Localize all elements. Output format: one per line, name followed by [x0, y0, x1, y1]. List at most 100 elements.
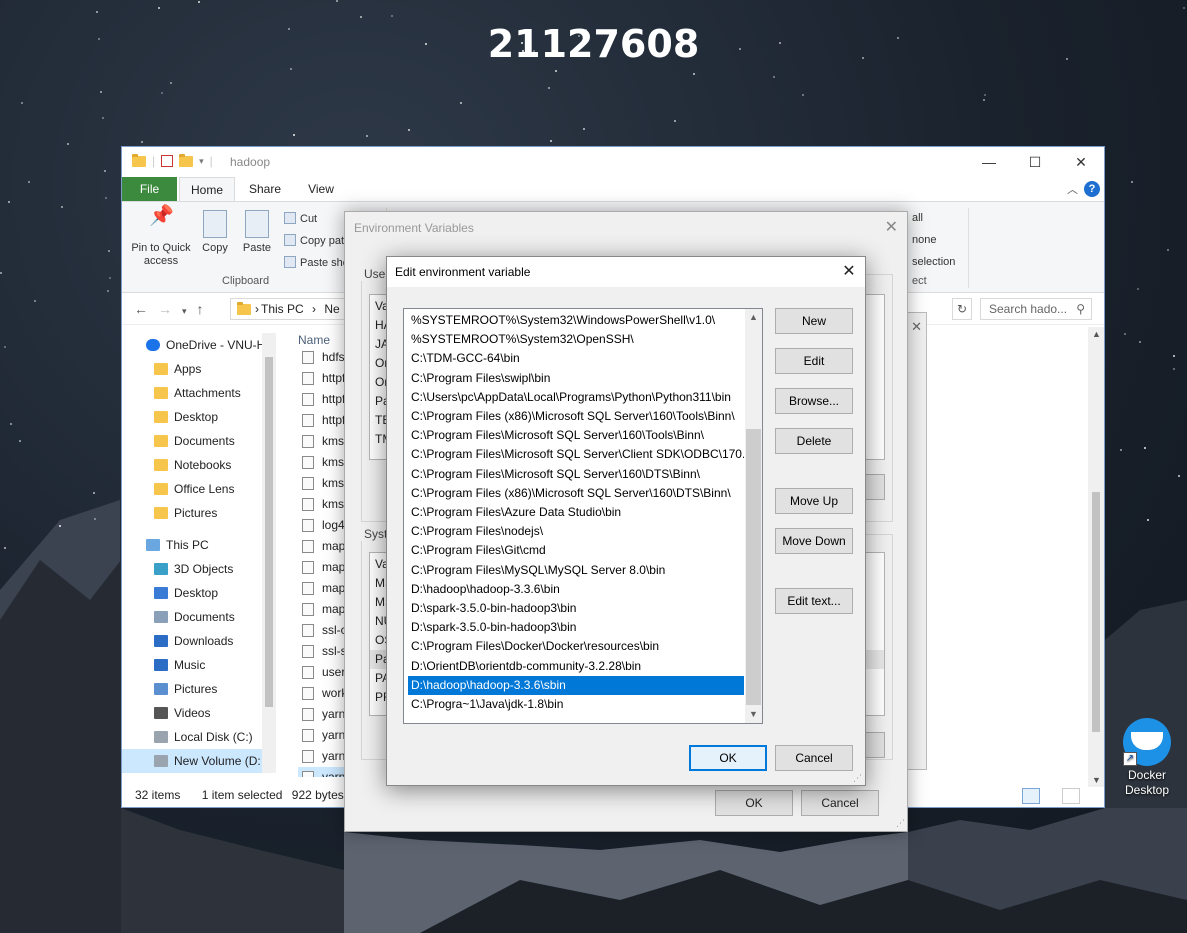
close-icon[interactable]: ✕	[911, 319, 922, 335]
path-entry[interactable]: C:\Program Files\Azure Data Studio\bin	[408, 503, 744, 522]
nav-item[interactable]: This PC	[122, 533, 262, 557]
path-entry[interactable]: C:\Program Files (x86)\Microsoft SQL Ser…	[408, 484, 744, 503]
select-all-button[interactable]: all	[912, 212, 923, 224]
nav-item[interactable]: Music	[122, 653, 262, 677]
path-entry[interactable]: D:\spark-3.5.0-bin-hadoop3\bin	[408, 618, 744, 637]
move-up-button[interactable]: Move Up	[775, 488, 853, 514]
path-entry[interactable]: C:\Program Files\nodejs\	[408, 522, 744, 541]
path-entry[interactable]: C:\Program Files\swipl\bin	[408, 369, 744, 388]
copy-path-button[interactable]: Copy pat	[284, 234, 344, 247]
path-entry[interactable]: %SYSTEMROOT%\System32\WindowsPowerShell\…	[408, 311, 744, 330]
star	[693, 73, 695, 75]
nav-item[interactable]: Desktop	[122, 405, 262, 429]
close-icon[interactable]: ✕	[833, 257, 865, 287]
search-input[interactable]: Search hado... ⚲	[980, 298, 1092, 320]
resize-grip-icon[interactable]: ⋰	[896, 818, 905, 829]
path-entry[interactable]: D:\spark-3.5.0-bin-hadoop3\bin	[408, 599, 744, 618]
nav-item[interactable]: New Volume (D:	[122, 749, 262, 773]
breadcrumb-segment[interactable]: Ne	[324, 302, 339, 316]
tab-file[interactable]: File	[122, 177, 177, 201]
resize-grip-icon[interactable]: ⋰	[853, 773, 863, 783]
help-icon[interactable]: ?	[1084, 181, 1100, 197]
path-entry[interactable]: D:\hadoop\hadoop-3.3.6\sbin	[408, 675, 744, 695]
path-entry[interactable]: C:\Progra~1\Java\jdk-1.8\bin	[408, 695, 744, 714]
ok-button[interactable]: OK	[689, 745, 767, 771]
path-entry[interactable]: C:\Program Files\Microsoft SQL Server\16…	[408, 465, 744, 484]
nav-item[interactable]: 3D Objects	[122, 557, 262, 581]
ribbon-collapse-icon[interactable]: ︿	[1067, 181, 1078, 197]
breadcrumb-this-pc[interactable]: This PC	[261, 302, 304, 316]
delete-button[interactable]: Delete	[775, 428, 853, 454]
up-icon[interactable]: ↑	[197, 301, 214, 317]
path-entry[interactable]: C:\Program Files\Microsoft SQL Server\16…	[408, 426, 744, 445]
nav-item[interactable]: Office Lens	[122, 477, 262, 501]
minimize-icon[interactable]: —	[966, 147, 1012, 177]
nav-item[interactable]: Desktop	[122, 581, 262, 605]
pin-to-quick-access-button[interactable]: 📌 Pin to Quick access	[128, 206, 194, 268]
nav-item[interactable]: Apps	[122, 357, 262, 381]
browse-button[interactable]: Browse...	[775, 388, 853, 414]
edit-text-button[interactable]: Edit text...	[775, 588, 853, 614]
path-entry[interactable]: C:\TDM-GCC-64\bin	[408, 349, 744, 368]
path-entry[interactable]: %SYSTEMROOT%\System32\OpenSSH\	[408, 330, 744, 349]
close-icon[interactable]: ✕	[885, 217, 898, 237]
path-entry[interactable]: C:\Program Files\Docker\Docker\resources…	[408, 637, 744, 656]
nav-item[interactable]: Local Disk (C:)	[122, 725, 262, 749]
nav-item[interactable]: Pictures	[122, 677, 262, 701]
back-icon[interactable]: ←	[134, 301, 158, 317]
path-entry[interactable]: C:\Program Files (x86)\Microsoft SQL Ser…	[408, 407, 744, 426]
tab-view[interactable]: View	[298, 177, 344, 201]
tab-home[interactable]: Home	[179, 177, 235, 201]
invert-selection-button[interactable]: selection	[912, 256, 955, 268]
edit-button[interactable]: Edit	[775, 348, 853, 374]
path-entries-list[interactable]: %SYSTEMROOT%\System32\WindowsPowerShell\…	[403, 308, 763, 724]
cancel-button[interactable]: Cancel	[775, 745, 853, 771]
large-icons-view-icon[interactable]	[1062, 788, 1080, 804]
details-view-icon[interactable]	[1022, 788, 1040, 804]
nav-item[interactable]: Videos	[122, 701, 262, 725]
column-header-name[interactable]: Name	[298, 333, 330, 347]
scroll-up-icon[interactable]: ▲	[1092, 329, 1101, 339]
recent-chevron-icon[interactable]: ▾	[182, 306, 197, 316]
copy-button[interactable]: Copy	[198, 210, 232, 255]
path-entry[interactable]: D:\OrientDB\orientdb-community-3.2.28\bi…	[408, 657, 744, 676]
file-list-scrollbar[interactable]: ▲ ▼	[1088, 327, 1104, 787]
properties-icon[interactable]	[161, 155, 174, 167]
new-folder-icon[interactable]	[179, 153, 194, 167]
path-entry[interactable]: C:\Program Files\Microsoft SQL Server\Cl…	[408, 445, 744, 464]
path-list-scrollbar[interactable]: ▲ ▼	[745, 309, 762, 723]
scrollbar-thumb[interactable]	[265, 357, 273, 707]
maximize-icon[interactable]: ☐	[1012, 147, 1058, 177]
cut-button[interactable]: Cut	[284, 212, 317, 225]
path-entry[interactable]: C:\Users\pc\AppData\Local\Programs\Pytho…	[408, 388, 744, 407]
tab-share[interactable]: Share	[242, 177, 288, 201]
navigation-scrollbar[interactable]	[262, 333, 276, 773]
nav-item[interactable]: Attachments	[122, 381, 262, 405]
scroll-up-icon[interactable]: ▲	[745, 309, 762, 326]
path-entry[interactable]: D:\hadoop\hadoop-3.3.6\bin	[408, 580, 744, 599]
forward-icon[interactable]: →	[158, 301, 182, 317]
select-none-button[interactable]: none	[912, 234, 936, 246]
refresh-icon[interactable]: ↻	[952, 298, 972, 320]
nav-item[interactable]: OneDrive - VNU-H	[122, 333, 262, 357]
scroll-down-icon[interactable]: ▼	[745, 706, 762, 723]
nav-item[interactable]: Downloads	[122, 629, 262, 653]
cancel-button[interactable]: Cancel	[801, 790, 879, 816]
docker-desktop-shortcut[interactable]: ↗ Docker Desktop	[1112, 718, 1182, 798]
close-icon[interactable]: ✕	[1058, 147, 1104, 177]
ok-button[interactable]: OK	[715, 790, 793, 816]
address-bar[interactable]: › This PC › Ne	[230, 298, 360, 320]
paste-shortcut-button[interactable]: Paste sho	[284, 256, 349, 269]
nav-item[interactable]: Notebooks	[122, 453, 262, 477]
nav-item[interactable]: Documents	[122, 429, 262, 453]
chevron-down-icon[interactable]: ▾	[199, 156, 204, 167]
move-down-button[interactable]: Move Down	[775, 528, 853, 554]
nav-item[interactable]: Documents	[122, 605, 262, 629]
path-entry[interactable]: C:\Program Files\Git\cmd	[408, 541, 744, 560]
new-button[interactable]: New	[775, 308, 853, 334]
scrollbar-thumb[interactable]	[1092, 492, 1100, 732]
scrollbar-thumb[interactable]	[746, 429, 761, 705]
path-entry[interactable]: C:\Program Files\MySQL\MySQL Server 8.0\…	[408, 561, 744, 580]
paste-button[interactable]: Paste	[238, 210, 276, 255]
nav-item[interactable]: Pictures	[122, 501, 262, 525]
